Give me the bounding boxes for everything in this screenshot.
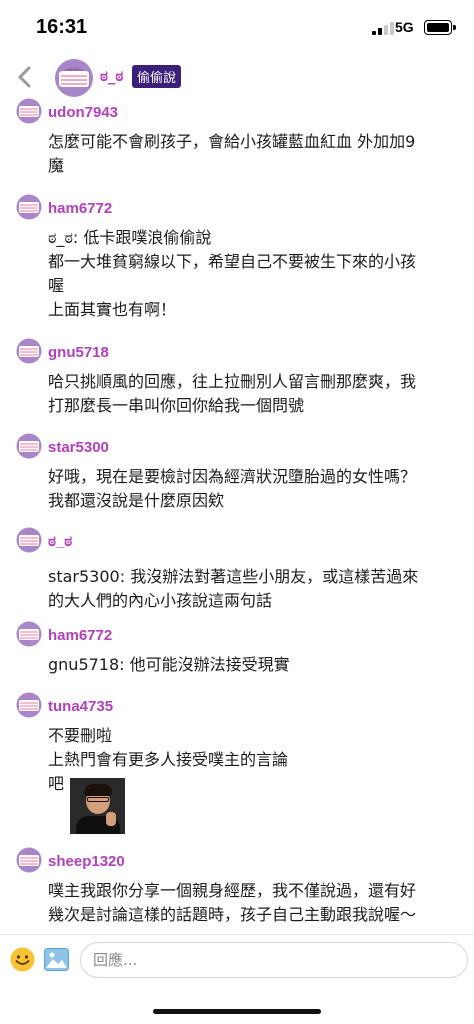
comment-line: 我都還沒說是什麼原因欸: [48, 491, 225, 510]
comment-item: ham6772 gnu5718: 他可能沒辦法接受現實: [0, 621, 474, 677]
comment-line: 魔: [48, 156, 65, 175]
anonymous-badge: 偷偷說: [132, 65, 182, 88]
comment-line: 上熱門會有更多人接受噗主的言論: [48, 750, 289, 769]
user-avatar-icon[interactable]: [16, 621, 42, 647]
comment-item: udon7943 怎麼可能不會刷孩子，會給小孩罐藍血紅血 外加加9 魔: [0, 98, 474, 178]
comment-line: star5300: 我沒辦法對著這些小朋友，或這樣苦過來: [48, 567, 419, 586]
plurk-header: ಠ_ಠ 偷偷說: [0, 56, 474, 98]
comment-list: udon7943 怎麼可能不會刷孩子，會給小孩罐藍血紅血 外加加9 魔 ham6…: [0, 98, 474, 934]
user-avatar-icon[interactable]: [16, 433, 42, 459]
reply-input[interactable]: [80, 942, 468, 978]
comment-username[interactable]: ham6772: [48, 200, 112, 217]
comment-line: 的大人們的內心小孩說這兩句話: [48, 591, 273, 610]
comment-text: 噗主我跟你分享一個親身經歷，我不僅說過，還有好 幾次是討論這樣的話題時，孩子自己…: [48, 879, 458, 927]
comment-username[interactable]: ham6772: [48, 627, 112, 644]
comment-text: gnu5718: 他可能沒辦法接受現實: [48, 653, 458, 677]
user-avatar-icon[interactable]: [16, 98, 42, 124]
comment-line: 喔: [48, 276, 65, 295]
comment-username[interactable]: star5300: [48, 439, 109, 456]
emoji-icon[interactable]: [10, 947, 35, 972]
comment-item: sheep1320 噗主我跟你分享一個親身經歷，我不僅說過，還有好 幾次是討論這…: [0, 847, 474, 934]
comment-line: 不要刪啦: [48, 726, 113, 745]
comment-text: star5300: 我沒辦法對著這些小朋友，或這樣苦過來 的大人們的內心小孩說這…: [48, 565, 458, 613]
comment-line: 哈只挑順風的回應，往上拉刪別人留言刪那麼爽，我: [48, 372, 417, 391]
reply-composer: [0, 935, 474, 987]
comment-line: 怎麼可能不會刷孩子，會給小孩罐藍血紅血 外加加9: [48, 132, 416, 151]
comment-username[interactable]: ಠ_ಠ: [48, 533, 72, 550]
comment-line: 噗主我跟你分享一個親身經歷，我不僅說過，還有好: [48, 881, 417, 900]
comment-username[interactable]: sheep1320: [48, 853, 125, 870]
poster-name[interactable]: ಠ_ಠ: [100, 67, 123, 85]
comment-line: 都一大堆貧窮線以下，希望自己不要被生下來的小孩: [48, 252, 417, 271]
comment-line: 打那麼長一串叫你回你給我一個問號: [48, 396, 305, 415]
comment-line: 吧: [48, 774, 65, 793]
comment-item: tuna4735 不要刪啦 上熱門會有更多人接受噗主的言論 吧: [0, 692, 474, 834]
comment-item: gnu5718 哈只挑順風的回應，往上拉刪別人留言刪那麼爽，我 打那麼長一串叫你…: [0, 338, 474, 418]
comment-text: 不要刪啦 上熱門會有更多人接受噗主的言論 吧: [48, 724, 458, 834]
network-label: 5G: [395, 19, 414, 35]
signal-icon: [372, 22, 394, 35]
comment-line: 上面其實也有啊！: [48, 300, 177, 319]
back-chevron-icon[interactable]: [14, 62, 36, 92]
comment-username[interactable]: tuna4735: [48, 698, 113, 715]
comment-text: 怎麼可能不會刷孩子，會給小孩罐藍血紅血 外加加9 魔: [48, 130, 458, 178]
image-upload-icon[interactable]: [44, 948, 69, 971]
poster-avatar-icon[interactable]: [54, 58, 94, 98]
comment-line: 好哦，現在是要檢討因為經濟狀況墮胎過的女性嗎？: [48, 467, 417, 486]
user-avatar-icon[interactable]: [16, 847, 42, 873]
comment-item: ಠ_ಠ star5300: 我沒辦法對著這些小朋友，或這樣苦過來 的大人們的內心…: [0, 527, 474, 610]
comment-item: star5300 好哦，現在是要檢討因為經濟狀況墮胎過的女性嗎？ 我都還沒說是什…: [0, 433, 474, 513]
comment-line: ಠ_ಠ: 低卡跟噗浪偷偷說: [48, 228, 212, 247]
comment-text: ಠ_ಠ: 低卡跟噗浪偷偷說 都一大堆貧窮線以下，希望自己不要被生下來的小孩 喔 …: [48, 226, 458, 322]
comment-username[interactable]: udon7943: [48, 104, 118, 121]
comment-line-with-photo: 吧: [48, 772, 458, 834]
comment-line: 幾次是討論這樣的話題時，孩子自己主動跟我說喔～: [48, 905, 417, 924]
status-bar: 16:31 5G: [0, 0, 474, 56]
comment-line: gnu5718: 他可能沒辦法接受現實: [48, 655, 290, 674]
home-indicator[interactable]: [153, 1009, 321, 1014]
battery-icon: [424, 20, 456, 35]
comment-username[interactable]: gnu5718: [48, 344, 109, 361]
user-avatar-icon[interactable]: [16, 692, 42, 718]
attached-photo[interactable]: [70, 778, 126, 834]
user-avatar-icon[interactable]: [16, 194, 42, 220]
comment-text: 哈只挑順風的回應，往上拉刪別人留言刪那麼爽，我 打那麼長一串叫你回你給我一個問號: [48, 370, 458, 418]
user-avatar-icon[interactable]: [16, 527, 42, 553]
comment-text: 好哦，現在是要檢討因為經濟狀況墮胎過的女性嗎？ 我都還沒說是什麼原因欸: [48, 465, 458, 513]
status-time: 16:31: [36, 16, 88, 38]
comment-item: ham6772 ಠ_ಠ: 低卡跟噗浪偷偷說 都一大堆貧窮線以下，希望自己不要被生…: [0, 194, 474, 324]
user-avatar-icon[interactable]: [16, 338, 42, 364]
